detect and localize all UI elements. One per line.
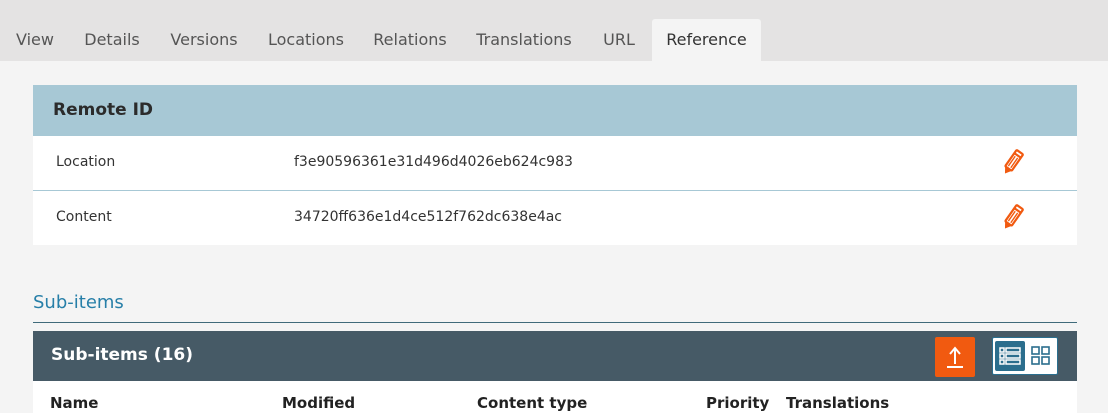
view-mode-toggle [992,337,1058,375]
column-header-priority[interactable]: Priority [706,394,769,412]
row-value: 34720ff636e1d4ce512f762dc638e4ac [294,209,563,225]
list-view-icon [999,347,1021,365]
row-label: Content [56,209,112,225]
row-label: Location [56,154,116,170]
edit-content-remote-id-button[interactable] [999,201,1027,233]
pencil-icon [1004,149,1024,174]
tab-translations[interactable]: Translations [462,19,586,61]
tab-reference[interactable]: Reference [652,19,761,61]
column-header-name[interactable]: Name [50,394,98,412]
grid-view-button[interactable] [1026,341,1056,371]
tab-relations[interactable]: Relations [358,19,462,61]
remote-id-card: Remote ID Location f3e90596361e31d496d40… [33,85,1077,245]
tab-view[interactable]: View [0,19,70,61]
list-view-button[interactable] [995,341,1025,371]
pencil-icon [1004,204,1024,229]
upload-button[interactable] [935,337,975,377]
tab-details[interactable]: Details [70,19,154,61]
column-header-modified[interactable]: Modified [282,394,355,412]
remote-id-title: Remote ID [53,100,154,120]
tab-url[interactable]: URL [586,19,652,61]
upload-icon [947,346,963,368]
column-header-translations[interactable]: Translations [786,394,889,412]
edit-location-remote-id-button[interactable] [999,146,1027,178]
grid-view-icon [1031,346,1050,365]
section-divider [33,322,1077,323]
tab-locations[interactable]: Locations [254,19,358,61]
remote-id-header: Remote ID [33,85,1077,136]
subitems-section-title: Sub-items [33,292,124,313]
tab-bar: View Details Versions Locations Relation… [0,0,1108,61]
remote-id-row-location: Location f3e90596361e31d496d4026eb624c98… [33,136,1077,191]
tab-versions[interactable]: Versions [154,19,254,61]
subitems-count-title: Sub-items (16) [51,345,194,365]
subitems-header: Sub-items (16) [33,331,1077,381]
column-header-content-type[interactable]: Content type [477,394,587,412]
remote-id-row-content: Content 34720ff636e1d4ce512f762dc638e4ac [33,191,1077,245]
row-value: f3e90596361e31d496d4026eb624c983 [294,154,573,170]
